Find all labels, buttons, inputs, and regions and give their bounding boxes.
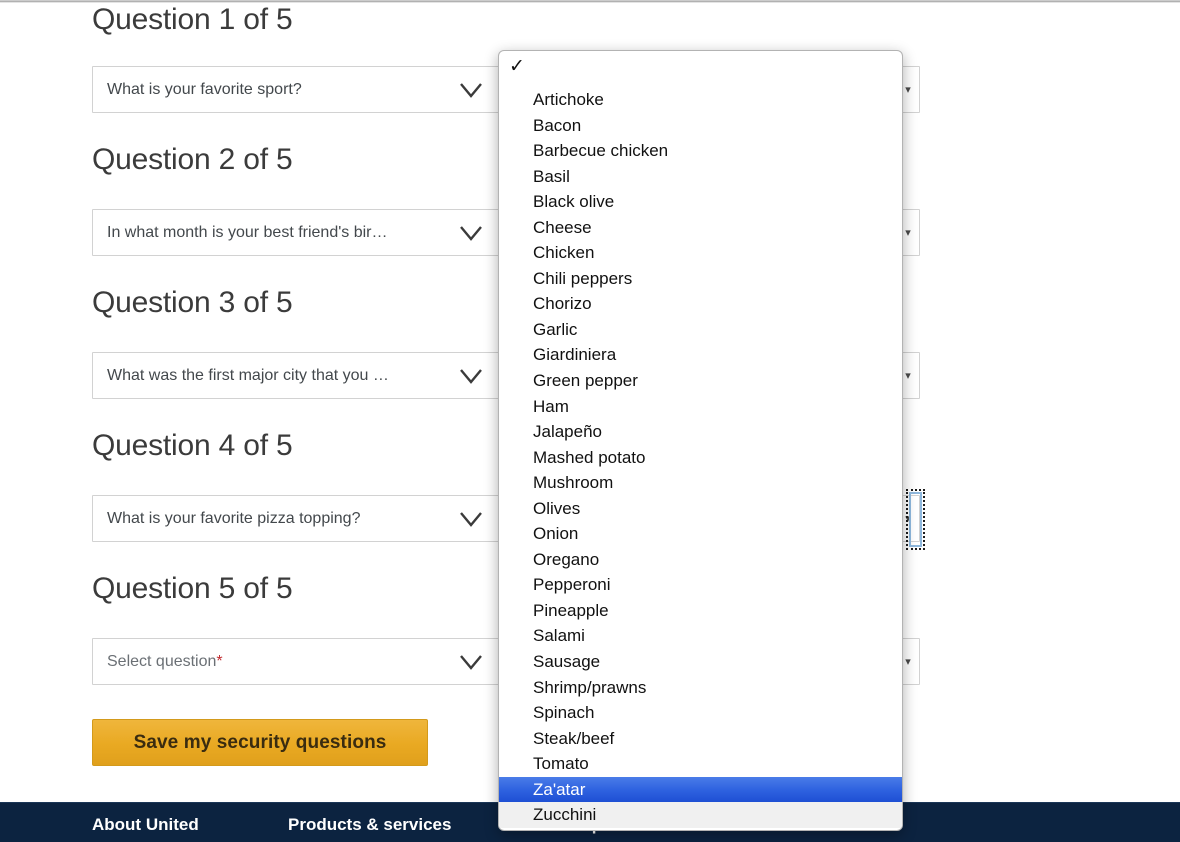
checkmark-icon: ✓ — [509, 56, 525, 77]
native-select-arrow-icon: ▾ — [905, 84, 911, 96]
dropdown-option[interactable]: Artichoke — [499, 87, 902, 113]
question-5-placeholder-text: Select question — [107, 653, 217, 670]
dropdown-option[interactable]: Olives — [499, 496, 902, 522]
dropdown-option[interactable]: Salami — [499, 623, 902, 649]
dropdown-option[interactable]: Za'atar — [499, 776, 902, 803]
dropdown-option[interactable]: Cheese — [499, 215, 902, 241]
native-select-arrow-icon: ▾ — [905, 656, 911, 668]
footer-link-products-services[interactable]: Products & services — [288, 815, 451, 835]
dropdown-option-list: Artichoke Bacon Barbecue chicken Basil Black… — [499, 87, 902, 828]
native-select-arrow-icon: ▾ — [905, 370, 911, 382]
dropdown-option[interactable]: Pineapple — [499, 598, 902, 624]
dropdown-option[interactable]: Spinach — [499, 700, 902, 726]
question-2-heading: Question 2 of 5 — [92, 143, 293, 176]
dropdown-option[interactable]: Chicken — [499, 240, 902, 266]
required-asterisk: * — [216, 653, 223, 670]
dropdown-option[interactable]: Pepperoni — [499, 572, 902, 598]
dropdown-option[interactable]: Bacon — [499, 113, 902, 139]
native-select-arrow-icon: ▾ — [905, 227, 911, 239]
dropdown-option[interactable]: Zucchini — [499, 802, 902, 828]
dropdown-option[interactable]: Jalapeño — [499, 419, 902, 445]
dropdown-option[interactable]: Onion — [499, 521, 902, 547]
question-2-select-value: In what month is your best friend's bir… — [107, 224, 388, 241]
question-4-select-value: What is your favorite pizza topping? — [107, 510, 361, 527]
dropdown-option[interactable]: Mashed potato — [499, 445, 902, 471]
question-4-focus-ring-inner — [909, 492, 922, 547]
dropdown-option[interactable]: Garlic — [499, 317, 902, 343]
dropdown-option[interactable]: Black olive — [499, 189, 902, 215]
chevron-down-icon — [458, 365, 484, 387]
dropdown-option[interactable]: Chorizo — [499, 291, 902, 317]
dropdown-option[interactable]: Basil — [499, 164, 902, 190]
dropdown-option[interactable]: Oregano — [499, 547, 902, 573]
question-3-heading: Question 3 of 5 — [92, 286, 293, 319]
footer-link-about-united[interactable]: About United — [92, 815, 199, 835]
chevron-down-icon — [458, 79, 484, 101]
dropdown-option[interactable]: Mushroom — [499, 470, 902, 496]
dropdown-option[interactable]: Ham — [499, 394, 902, 420]
dropdown-option[interactable]: Giardiniera — [499, 342, 902, 368]
question-1-heading: Question 1 of 5 — [92, 3, 293, 36]
dropdown-option[interactable]: Sausage — [499, 649, 902, 675]
pizza-topping-dropdown-popup[interactable]: ✓ Artichoke Bacon Barbecue chicken Basil Bla… — [498, 50, 903, 831]
dropdown-blank-option[interactable]: ✓ — [499, 51, 902, 87]
question-5-heading: Question 5 of 5 — [92, 572, 293, 605]
question-4-heading: Question 4 of 5 — [92, 429, 293, 462]
dropdown-option[interactable]: Tomato — [499, 751, 902, 777]
dropdown-option[interactable]: Steak/beef — [499, 726, 902, 752]
question-3-select-value: What was the first major city that you … — [107, 367, 389, 384]
dropdown-option[interactable]: Green pepper — [499, 368, 902, 394]
question-5-select-value: Select question* — [107, 639, 223, 684]
dropdown-option[interactable]: Barbecue chicken — [499, 138, 902, 164]
chevron-down-icon — [458, 508, 484, 530]
chevron-down-icon — [458, 651, 484, 673]
dropdown-option[interactable]: Chili peppers — [499, 266, 902, 292]
chevron-down-icon — [458, 222, 484, 244]
dropdown-option[interactable]: Shrimp/prawns — [499, 675, 902, 701]
save-security-questions-button[interactable]: Save my security questions — [92, 719, 428, 766]
question-1-select-value: What is your favorite sport? — [107, 81, 302, 98]
